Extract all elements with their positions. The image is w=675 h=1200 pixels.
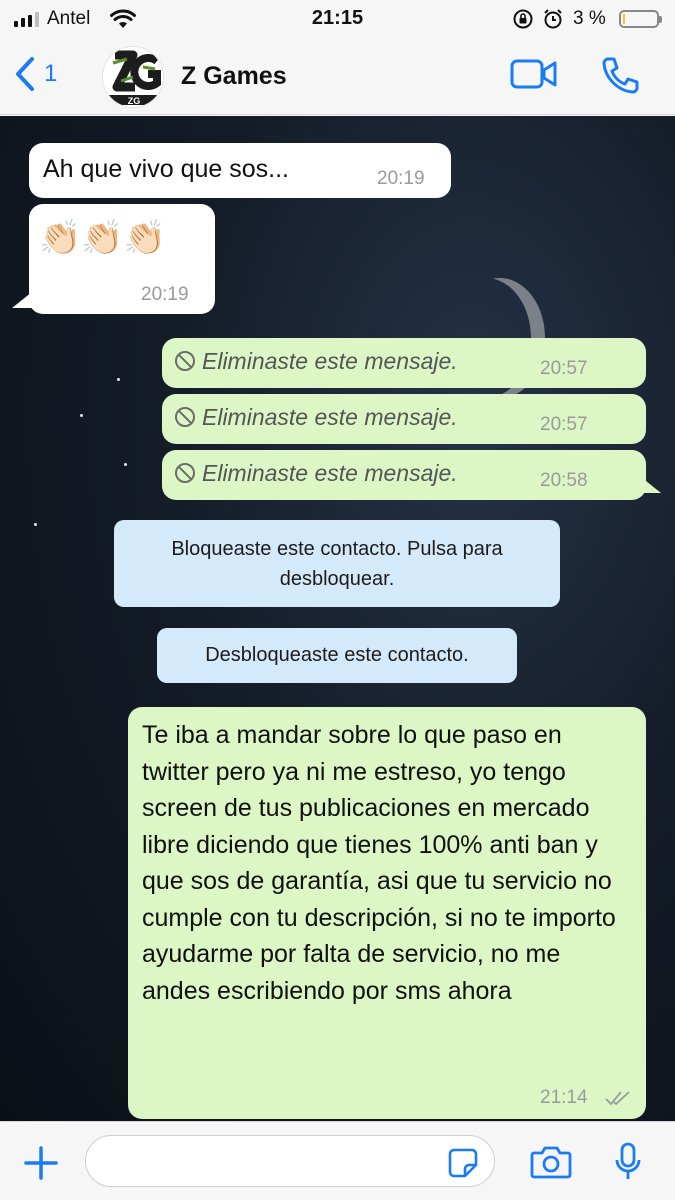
incoming-message[interactable]: Ah que vivo que sos... 20:19 [29,143,451,198]
plus-icon[interactable] [22,1144,60,1182]
alarm-icon [544,9,562,29]
star [117,378,120,381]
composer-bar [0,1121,675,1200]
rotation-lock-icon [513,9,533,29]
system-message-unblocked: Desbloqueaste este contacto. [157,628,517,683]
message-time: 20:57 [540,414,588,435]
bubble-tail [641,477,661,493]
battery-icon [619,10,662,28]
deleted-message[interactable]: Eliminaste este mensaje. 20:58 [162,450,646,500]
blocked-icon [175,407,195,427]
chat-header: 1 ZG Z Games [0,38,675,115]
incoming-message[interactable]: 👏🏻👏🏻👏🏻 20:19 [29,204,215,314]
video-call-icon[interactable] [510,58,558,90]
battery-percent: 3 % [573,8,606,29]
system-text: Desbloqueaste este contacto. [205,644,469,666]
camera-icon[interactable] [530,1145,572,1179]
sticker-icon[interactable] [448,1148,478,1178]
deleted-text: Eliminaste este mensaje. [202,404,458,430]
message-text: Te iba a mandar sobre lo que paso en twi… [142,721,616,1005]
blocked-icon [175,351,195,371]
contact-name[interactable]: Z Games [181,62,287,91]
blocked-icon [175,463,195,483]
deleted-text: Eliminaste este mensaje. [202,348,458,374]
double-check-icon [605,1091,630,1106]
system-text: Bloqueaste este contacto. Pulsa para des… [171,538,503,590]
outgoing-message[interactable]: Te iba a mandar sobre lo que paso en twi… [128,707,646,1119]
star [124,463,127,466]
star [80,414,83,417]
zg-logo: ZG [103,47,163,107]
battery-level [623,14,625,24]
message-time: 20:19 [141,284,189,305]
microphone-icon[interactable] [614,1142,642,1182]
chat-area[interactable]: Ah que vivo que sos... 20:19 👏🏻👏🏻👏🏻 20:1… [0,116,675,1121]
system-message-blocked[interactable]: Bloqueaste este contacto. Pulsa para des… [114,520,560,607]
status-bar: Antel 21:15 3 % [0,0,675,38]
message-time: 21:14 [540,1087,588,1108]
star [34,523,37,526]
emoji-text: 👏🏻👏🏻👏🏻 [39,218,167,258]
message-time: 20:57 [540,358,588,379]
avatar[interactable]: ZG [102,46,164,108]
message-input[interactable] [85,1135,495,1187]
message-text: Ah que vivo que sos... [43,155,289,183]
svg-text:ZG: ZG [128,96,141,106]
message-time: 20:58 [540,470,588,491]
deleted-message[interactable]: Eliminaste este mensaje. 20:57 [162,394,646,444]
deleted-message[interactable]: Eliminaste este mensaje. 20:57 [162,338,646,388]
deleted-text: Eliminaste este mensaje. [202,460,458,486]
back-button[interactable]: 1 [14,56,57,92]
unread-count: 1 [44,60,58,87]
message-time: 20:19 [377,168,425,189]
phone-icon[interactable] [600,56,640,94]
chevron-left-icon [16,57,34,91]
